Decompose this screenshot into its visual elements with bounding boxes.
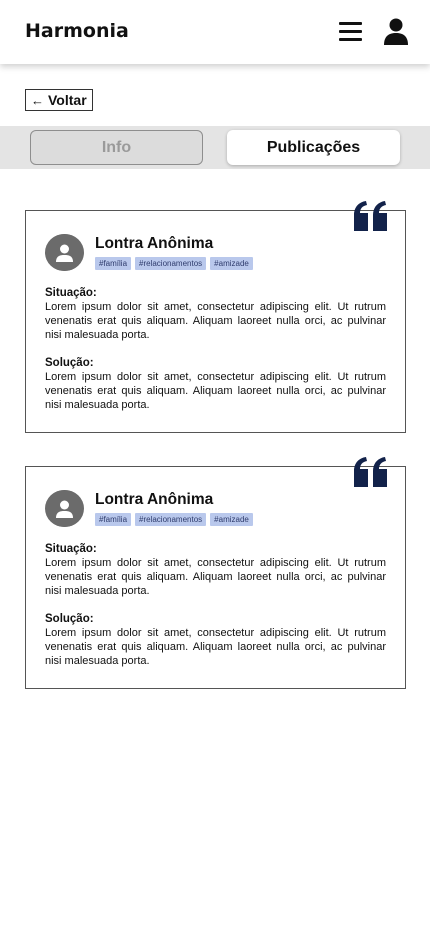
post-card[interactable]: Lontra Anônima #família #relacionamentos… [25, 201, 406, 433]
tag-list: #família #relacionamentos #amizade [95, 257, 253, 270]
app-header: Harmonia [0, 0, 430, 64]
tag[interactable]: #família [95, 257, 132, 270]
situacao-label: Situação: [45, 287, 97, 299]
solucao-label: Solução: [45, 613, 94, 625]
quote-icon [354, 201, 387, 231]
tag[interactable]: #amizade [210, 513, 253, 526]
user-icon[interactable] [383, 18, 409, 45]
tab-info[interactable]: Info [30, 130, 203, 165]
arrow-left-icon: ← [31, 92, 44, 108]
solucao-section: Solução: Lorem ipsum dolor sit amet, con… [45, 612, 386, 668]
avatar [45, 490, 84, 527]
hamburger-menu-icon[interactable] [339, 21, 362, 43]
situacao-section: Situação: Lorem ipsum dolor sit amet, co… [45, 286, 386, 342]
tabs-bar: Info Publicações [0, 126, 430, 169]
brand-logo[interactable]: Harmonia [25, 20, 129, 42]
author-name: Lontra Anônima [95, 491, 214, 508]
solucao-label: Solução: [45, 357, 94, 369]
solucao-text: Lorem ipsum dolor sit amet, consectetur … [45, 627, 386, 667]
back-button[interactable]: ← Voltar [25, 89, 93, 111]
post-card[interactable]: Lontra Anônima #família #relacionamentos… [25, 457, 406, 689]
solucao-section: Solução: Lorem ipsum dolor sit amet, con… [45, 356, 386, 412]
tag-list: #família #relacionamentos #amizade [95, 513, 253, 526]
situacao-text: Lorem ipsum dolor sit amet, consectetur … [45, 557, 386, 597]
tag[interactable]: #relacionamentos [135, 513, 207, 526]
author-name: Lontra Anônima [95, 235, 214, 252]
quote-icon [354, 457, 387, 487]
avatar [45, 234, 84, 271]
tag[interactable]: #família [95, 513, 132, 526]
situacao-label: Situação: [45, 543, 97, 555]
tab-publicacoes[interactable]: Publicações [227, 130, 400, 165]
situacao-text: Lorem ipsum dolor sit amet, consectetur … [45, 301, 386, 341]
back-button-label: Voltar [48, 92, 87, 108]
tag[interactable]: #relacionamentos [135, 257, 207, 270]
tag[interactable]: #amizade [210, 257, 253, 270]
solucao-text: Lorem ipsum dolor sit amet, consectetur … [45, 371, 386, 411]
situacao-section: Situação: Lorem ipsum dolor sit amet, co… [45, 542, 386, 598]
